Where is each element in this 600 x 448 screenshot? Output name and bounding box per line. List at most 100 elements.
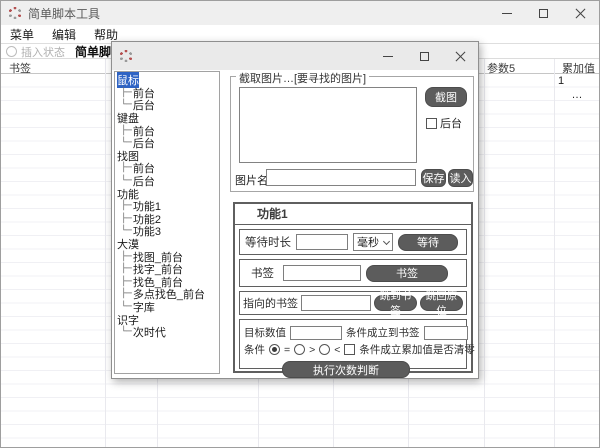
- wait-duration-label: 等待时长: [245, 234, 291, 250]
- dialog-titlebar: [112, 42, 478, 70]
- tree-item-鼠标[interactable]: 鼠标: [115, 74, 219, 87]
- close-icon: [455, 51, 466, 62]
- background-checkbox-label: 后台: [440, 115, 462, 131]
- grid-vline: [105, 59, 106, 447]
- tree-branch-icon: ├─: [121, 277, 132, 287]
- condition-label: 条件: [244, 342, 265, 357]
- function-dialog: 鼠标├─前台└─后台键盘├─前台└─后台找图├─前台└─后台功能├─功能1├─功…: [111, 41, 479, 379]
- maximize-button[interactable]: [525, 1, 562, 25]
- time-unit-value: 毫秒: [357, 234, 379, 250]
- background-checkbox-row: 后台: [426, 115, 462, 131]
- goto-bookmark-input[interactable]: [301, 295, 371, 311]
- tree-branch-icon: └─: [121, 138, 132, 148]
- insert-state-radio[interactable]: [6, 46, 17, 57]
- maximize-icon: [420, 52, 429, 61]
- main-window: 简单脚本工具 菜单 编辑 帮助 插入状态 简单脚本工 书签 参数5 累加值 1…: [0, 0, 600, 448]
- target-value-label: 目标数值: [244, 325, 286, 340]
- load-button[interactable]: 读入: [448, 169, 473, 187]
- tree-item-功能[interactable]: 功能: [115, 187, 219, 200]
- condition-less-label: <: [334, 344, 340, 356]
- condition-less-radio[interactable]: [319, 344, 330, 355]
- function-panel-title: 功能1: [235, 204, 471, 225]
- condition-box: 目标数值 条件成立到书签 条件 = > < 条件成立累加: [239, 319, 467, 369]
- accum-value-cell: …: [554, 89, 600, 102]
- app-icon: [9, 7, 21, 19]
- maximize-icon: [539, 9, 548, 18]
- insert-state-label: 插入状态: [21, 44, 65, 60]
- tree-item-次时代[interactable]: └─次时代: [115, 326, 219, 339]
- dialog-minimize-button[interactable]: [370, 42, 406, 70]
- tree-branch-icon: ├─: [121, 126, 132, 136]
- wait-row: 等待时长 毫秒 等待: [239, 229, 467, 255]
- menu-item-caidan[interactable]: 菜单: [1, 26, 43, 43]
- capture-groupbox: 截取图片…[要寻找的图片] 截图 后台 图片名 保存 读入: [230, 76, 474, 192]
- tree-branch-icon: ├─: [121, 88, 132, 98]
- condition-equal-label: =: [284, 344, 290, 356]
- dialog-maximize-button[interactable]: [406, 42, 442, 70]
- tree-branch-icon: ├─: [121, 163, 132, 173]
- tree-branch-icon: └─: [121, 100, 132, 110]
- target-value-row: 目标数值 条件成立到书签: [244, 325, 462, 340]
- tree-item-键盘[interactable]: 键盘: [115, 112, 219, 125]
- close-icon: [575, 8, 586, 19]
- dialog-client-area: 鼠标├─前台└─后台键盘├─前台└─后台找图├─前台└─后台功能├─功能1├─功…: [112, 70, 478, 378]
- image-name-label: 图片名: [235, 172, 268, 188]
- tree-branch-icon: └─: [121, 176, 132, 186]
- tree-branch-icon: ├─: [121, 264, 132, 274]
- tree-item-功能1[interactable]: ├─功能1: [115, 200, 219, 213]
- goto-bookmark-label: 指向的书签: [243, 295, 298, 311]
- grid-vline: [484, 59, 485, 447]
- tree-view: 鼠标├─前台└─后台键盘├─前台└─后台找图├─前台└─后台功能├─功能1├─功…: [114, 71, 220, 374]
- condition-greater-radio[interactable]: [294, 344, 305, 355]
- bookmark-button[interactable]: 书签: [366, 265, 448, 282]
- tree-item-找图[interactable]: 找图: [115, 150, 219, 163]
- close-button[interactable]: [562, 1, 599, 25]
- tree-branch-icon: ├─: [121, 201, 132, 211]
- capture-button[interactable]: 截图: [425, 87, 467, 107]
- chevron-down-icon: [383, 237, 390, 244]
- minimize-button[interactable]: [488, 1, 525, 25]
- tree-item-功能2[interactable]: ├─功能2: [115, 213, 219, 226]
- tree-item-多点找色_前台[interactable]: ├─多点找色_前台: [115, 288, 219, 301]
- minimize-icon: [383, 56, 393, 57]
- bookmark-label: 书签: [251, 265, 274, 281]
- accum-value-cell: 1: [554, 75, 600, 88]
- tree-branch-icon: ├─: [121, 214, 132, 224]
- tree-item-label: 次时代: [133, 324, 166, 340]
- tree-item-识字[interactable]: 识字: [115, 313, 219, 326]
- menu-item-bianji[interactable]: 编辑: [43, 26, 85, 43]
- wait-duration-input[interactable]: [296, 234, 348, 250]
- clear-accum-checkbox-label: 条件成立累加值是否清零: [359, 342, 475, 357]
- execute-count-judge-button[interactable]: 执行次数判断: [282, 361, 410, 378]
- save-button[interactable]: 保存: [421, 169, 446, 187]
- condition-greater-label: >: [309, 344, 315, 356]
- image-name-input[interactable]: [266, 169, 416, 186]
- main-titlebar: 简单脚本工具: [1, 1, 599, 25]
- grid-vline: [554, 59, 555, 447]
- tree-branch-icon: ├─: [121, 289, 132, 299]
- window-controls: [488, 1, 599, 25]
- bookmark-input[interactable]: [283, 265, 361, 281]
- wait-button[interactable]: 等待: [398, 234, 458, 251]
- tree-item-前台[interactable]: ├─前台: [115, 162, 219, 175]
- clear-accum-checkbox[interactable]: [344, 344, 355, 355]
- tree-branch-icon: └─: [121, 226, 132, 236]
- condition-equal-radio[interactable]: [269, 344, 280, 355]
- goto-bookmark-row: 指向的书签 跳到书签 跳回原位: [239, 291, 467, 315]
- window-title: 简单脚本工具: [28, 5, 100, 22]
- condition-goto-input[interactable]: [424, 326, 468, 340]
- captured-image-area[interactable]: [239, 87, 417, 163]
- tree-branch-icon: └─: [121, 327, 132, 337]
- target-value-input[interactable]: [290, 326, 342, 340]
- tree-item-前台[interactable]: ├─前台: [115, 124, 219, 137]
- menu-item-bangzhu[interactable]: 帮助: [85, 26, 127, 43]
- dialog-app-icon: [120, 50, 132, 62]
- dialog-close-button[interactable]: [442, 42, 478, 70]
- time-unit-select[interactable]: 毫秒: [353, 233, 393, 251]
- background-checkbox[interactable]: [426, 118, 437, 129]
- jump-to-bookmark-button[interactable]: 跳到书签: [374, 295, 417, 311]
- jump-back-button[interactable]: 跳回原位: [420, 295, 463, 311]
- tree-item-前台[interactable]: ├─前台: [115, 87, 219, 100]
- condition-goto-label: 条件成立到书签: [346, 325, 420, 340]
- dialog-window-controls: [370, 42, 478, 70]
